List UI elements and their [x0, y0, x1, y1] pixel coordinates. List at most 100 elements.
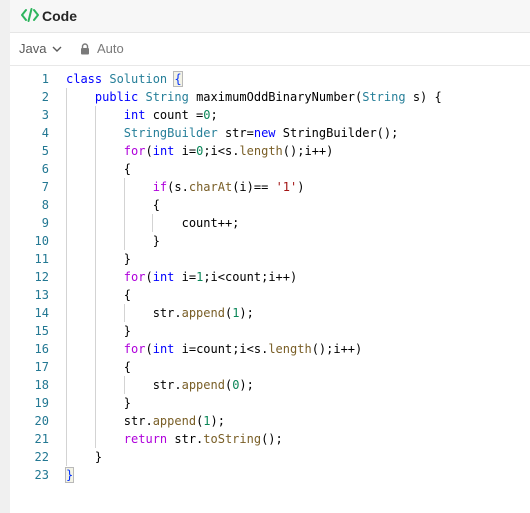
code-token: return — [66, 432, 175, 446]
code-token: int — [152, 342, 182, 356]
code-text: } — [66, 250, 131, 268]
indent-guide — [94, 106, 96, 448]
code-text: } — [66, 232, 160, 250]
code-token: ();i++) — [282, 144, 334, 158]
code-token: int — [152, 144, 182, 158]
code-token: str= — [224, 126, 254, 140]
line-number: 9 — [41, 216, 49, 230]
code-line: 11 } — [10, 250, 530, 268]
code-token: 0 — [203, 108, 211, 122]
code-text: } — [66, 322, 131, 340]
code-line: 2 public String maximumOddBinaryNumber(S… — [10, 88, 530, 106]
code-text: return str.toString(); — [66, 430, 283, 448]
code-line: 13 { — [10, 286, 530, 304]
code-token: { — [66, 162, 132, 176]
code-line: 23} — [10, 466, 530, 484]
code-line: 9 count++; — [10, 214, 530, 232]
line-number: 20 — [34, 414, 49, 428]
code-line: 21 return str.toString(); — [10, 430, 530, 448]
code-text: if(s.charAt(i)== '1') — [66, 178, 305, 196]
code-token: { — [66, 198, 160, 212]
code-token: } — [64, 467, 75, 483]
code-token: ); — [239, 378, 254, 392]
code-token: append — [181, 306, 225, 320]
code-token: } — [66, 234, 160, 248]
code-token: for — [66, 270, 146, 284]
code-text: } — [66, 394, 131, 412]
editor-toolbar: Java Auto — [10, 33, 530, 66]
chevron-down-icon — [52, 46, 62, 52]
code-text: for(int i=count;i<s.length();i++) — [66, 340, 362, 358]
code-line: 17 { — [10, 358, 530, 376]
code-token: ( — [145, 144, 153, 158]
code-token: length — [239, 144, 283, 158]
code-token: ); — [210, 414, 225, 428]
code-token: ); — [239, 306, 254, 320]
line-number: 17 — [34, 360, 49, 374]
code-line: 19 } — [10, 394, 530, 412]
code-line: 6 { — [10, 160, 530, 178]
code-text: public String maximumOddBinaryNumber(Str… — [66, 88, 442, 106]
code-token: } — [66, 450, 103, 464]
code-text: str.append(1); — [66, 412, 225, 430]
code-token: s) { — [412, 90, 442, 104]
code-token: ; — [210, 108, 218, 122]
code-token: public — [66, 90, 146, 104]
indent-guide — [66, 88, 67, 466]
code-token: (i)== — [232, 180, 276, 194]
code-text: } — [66, 448, 102, 466]
line-number: 11 — [34, 252, 49, 266]
code-token: String — [145, 90, 197, 104]
code-token: append — [152, 414, 197, 428]
code-token: } — [66, 396, 132, 410]
code-token: StringBuilder(); — [282, 126, 399, 140]
code-text: { — [66, 160, 131, 178]
auto-label: Auto — [97, 41, 124, 56]
code-text: StringBuilder str=new StringBuilder(); — [66, 124, 399, 142]
code-token: for — [66, 144, 146, 158]
code-token: ( — [145, 342, 153, 356]
line-number: 7 — [41, 180, 49, 194]
line-number: 8 — [41, 198, 49, 212]
code-line: 4 StringBuilder str=new StringBuilder(); — [10, 124, 530, 142]
code-token: i= — [181, 270, 197, 284]
language-select[interactable]: Java — [19, 41, 62, 57]
code-line: 10 } — [10, 232, 530, 250]
code-line: 20 str.append(1); — [10, 412, 530, 430]
panel-header: Code — [10, 0, 530, 33]
code-token: i= — [181, 144, 197, 158]
code-line: 16 for(int i=count;i<s.length();i++) — [10, 340, 530, 358]
code-token: { — [66, 360, 132, 374]
line-number: 14 — [34, 306, 49, 320]
code-token: count = — [152, 108, 204, 122]
code-token: ;i<count;i++) — [203, 270, 298, 284]
code-line: 12 for(int i=1;i<count;i++) — [10, 268, 530, 286]
code-text: { — [66, 196, 160, 214]
code-token: Solution — [109, 72, 175, 86]
line-number: 10 — [34, 234, 49, 248]
code-text: for(int i=0;i<s.length();i++) — [66, 142, 334, 160]
line-number: 3 — [41, 108, 49, 122]
code-text: { — [66, 358, 131, 376]
code-line: 7 if(s.charAt(i)== '1') — [10, 178, 530, 196]
code-token: '1' — [275, 180, 298, 194]
auto-mode[interactable]: Auto — [80, 41, 124, 57]
code-token: String — [362, 90, 413, 104]
code-token: } — [66, 324, 132, 338]
code-token: { — [66, 288, 132, 302]
code-token: ) — [297, 180, 305, 194]
code-token: StringBuilder — [66, 126, 225, 140]
code-token: length — [268, 342, 312, 356]
code-token: 1 — [203, 414, 211, 428]
code-token: } — [66, 252, 132, 266]
code-text: } — [64, 466, 75, 484]
line-number: 5 — [41, 144, 49, 158]
code-token: (); — [261, 432, 283, 446]
code-token: ();i++) — [311, 342, 363, 356]
code-token: toString — [203, 432, 262, 446]
code-panel: Code Java Auto 1 class Solution {2 public… — [10, 0, 530, 513]
code-token: ( — [145, 270, 153, 284]
code-line: 8 { — [10, 196, 530, 214]
language-label: Java — [19, 41, 47, 56]
panel-title: Code — [42, 8, 77, 24]
